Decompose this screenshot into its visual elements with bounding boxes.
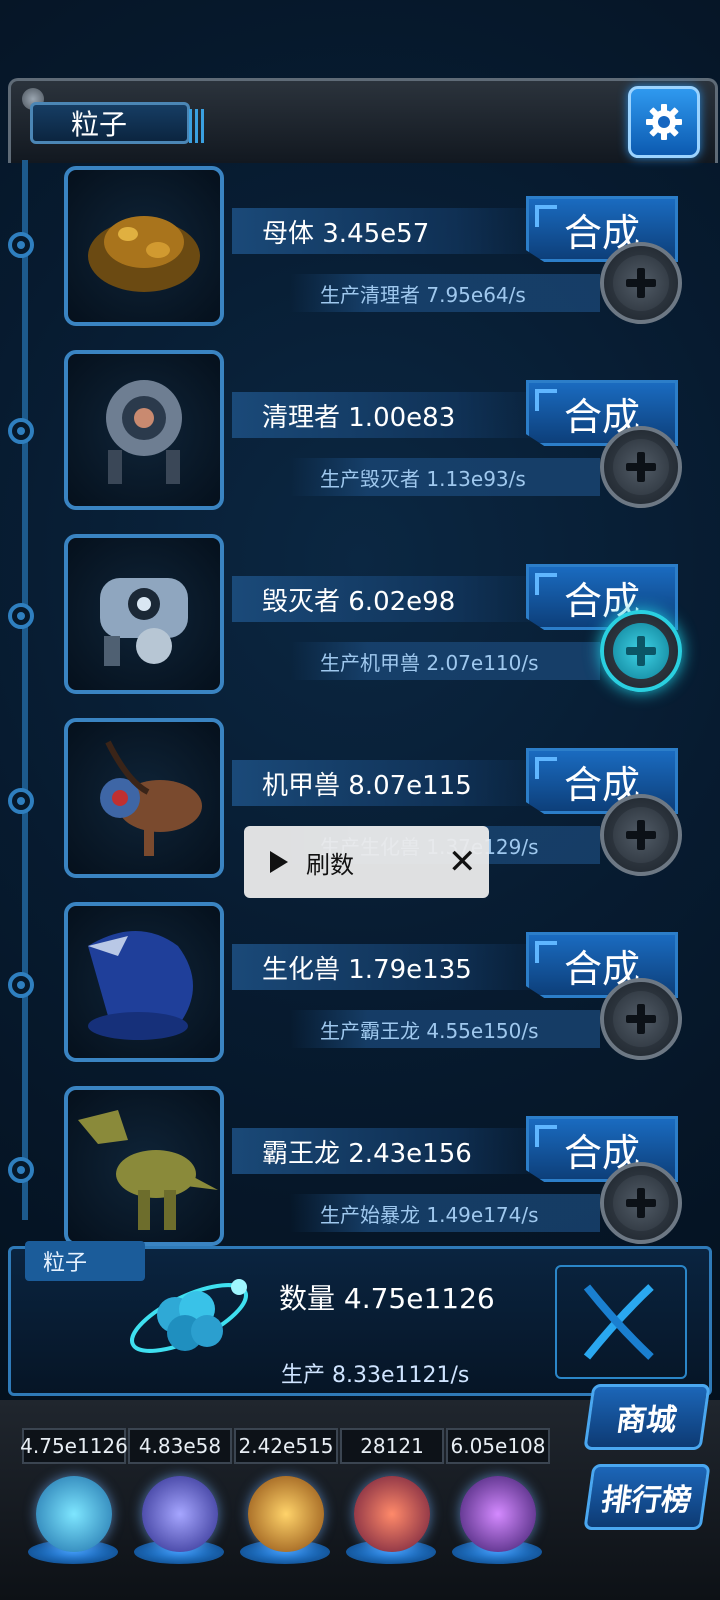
unit-name-count: 生化兽 1.79e135	[232, 944, 552, 990]
settings-button[interactable]	[628, 86, 700, 158]
add-button-active[interactable]	[600, 610, 682, 692]
plus-icon	[626, 1188, 656, 1218]
unit-production-rate: 生产毁灭者 1.13e93/s	[290, 458, 600, 496]
unit-name-count: 机甲兽 8.07e115	[232, 760, 552, 806]
fire-orb-icon[interactable]	[248, 1476, 324, 1552]
unit-portrait-destroyer	[64, 534, 224, 694]
vortex-orb-icon[interactable]	[460, 1476, 536, 1552]
unit-row-cleaner: 清理者 1.00e83 生产毁灭者 1.13e93/s 合成	[0, 350, 720, 530]
unit-row-mother: 母体 3.45e57 生产清理者 7.95e64/s 合成	[0, 166, 720, 346]
unit-portrait-trex	[64, 1086, 224, 1246]
close-icon[interactable]: ✕	[448, 842, 477, 882]
lightning-orb-icon[interactable]	[142, 1476, 218, 1552]
currency-bar: 4.75e1126 4.83e58 2.42e515 28121 6.05e10…	[0, 1384, 720, 1600]
add-button[interactable]	[600, 794, 682, 876]
add-button-face	[613, 991, 669, 1047]
add-button[interactable]	[600, 978, 682, 1060]
resource-production: 生产 8.33e1121/s	[281, 1363, 470, 1388]
add-button[interactable]	[600, 242, 682, 324]
add-button-face	[613, 1175, 669, 1231]
destroyer-robot-icon	[100, 578, 188, 666]
unit-production-rate: 生产机甲兽 2.07e110/s	[290, 642, 600, 680]
unit-portrait-bio-beast	[64, 902, 224, 1062]
tab-particle[interactable]: 粒子	[30, 102, 205, 144]
leaderboard-button[interactable]: 排行榜	[583, 1464, 711, 1530]
unit-portrait-cleaner	[64, 350, 224, 510]
particle-cluster-icon	[130, 1279, 248, 1353]
unit-production-rate: 生产始暴龙 1.49e174/s	[290, 1194, 600, 1232]
bio-beast-icon	[88, 931, 193, 1040]
refresh-ad-label: 刷数	[306, 850, 354, 879]
unit-name-count: 母体 3.45e57	[232, 208, 552, 254]
plus-icon	[626, 268, 656, 298]
plus-icon	[626, 452, 656, 482]
currency-value-brain: 28121	[340, 1428, 444, 1464]
unit-name-count: 清理者 1.00e83	[232, 392, 552, 438]
unit-name-count: 霸王龙 2.43e156	[232, 1128, 552, 1174]
dna-icon	[555, 1265, 687, 1379]
dna-helix-icon	[583, 1284, 654, 1360]
unit-portrait-mother	[64, 166, 224, 326]
unit-row-bio-beast: 生化兽 1.79e135 生产霸王龙 4.55e150/s 合成	[0, 902, 720, 1082]
add-button-face	[613, 255, 669, 311]
currency-value-fire: 2.42e515	[234, 1428, 338, 1464]
add-button-face	[613, 623, 669, 679]
play-icon	[270, 851, 288, 873]
plus-icon	[626, 1004, 656, 1034]
resource-panel: 粒子 数量 4.75e1126 生产 8.33e1121/s	[8, 1241, 712, 1396]
tab-particle-label: 粒子	[71, 108, 128, 141]
add-button-face	[613, 439, 669, 495]
brain-orb-icon[interactable]	[354, 1476, 430, 1552]
add-button[interactable]	[600, 426, 682, 508]
resource-count: 数量 4.75e1126	[279, 1282, 495, 1315]
shop-button[interactable]: 商城	[583, 1384, 711, 1450]
unit-row-trex: 霸王龙 2.43e156 生产始暴龙 1.49e174/s 合成	[0, 1086, 720, 1266]
unit-production-rate: 生产霸王龙 4.55e150/s	[290, 1010, 600, 1048]
header-bar: 粒子	[8, 78, 718, 168]
trex-icon	[78, 1110, 218, 1230]
particle-orb-icon[interactable]	[36, 1476, 112, 1552]
refresh-ad-toast[interactable]: 刷数 ✕	[244, 826, 489, 898]
currency-value-vortex: 6.05e108	[446, 1428, 550, 1464]
unit-portrait-mecha-beast	[64, 718, 224, 878]
stripes-decoration	[189, 109, 205, 143]
mecha-beast-icon	[100, 740, 202, 856]
add-button[interactable]	[600, 1162, 682, 1244]
unit-production-rate: 生产清理者 7.95e64/s	[290, 274, 600, 312]
currency-value-particle: 4.75e1126	[20, 1428, 128, 1464]
currency-value-lightning: 4.83e58	[128, 1428, 232, 1464]
add-button-face	[613, 807, 669, 863]
unit-row-destroyer: 毁灭者 6.02e98 生产机甲兽 2.07e110/s 合成	[0, 534, 720, 714]
game-screen: 粒子 母体 3.45e57 生产清理者 7.95e64/s 合成 清理者 1.0…	[0, 0, 720, 1600]
plus-icon	[626, 820, 656, 850]
gear-icon	[646, 104, 682, 140]
unit-name-count: 毁灭者 6.02e98	[232, 576, 552, 622]
cleaner-robot-icon	[106, 380, 182, 484]
mother-creature-icon	[88, 216, 200, 292]
plus-icon	[626, 636, 656, 666]
